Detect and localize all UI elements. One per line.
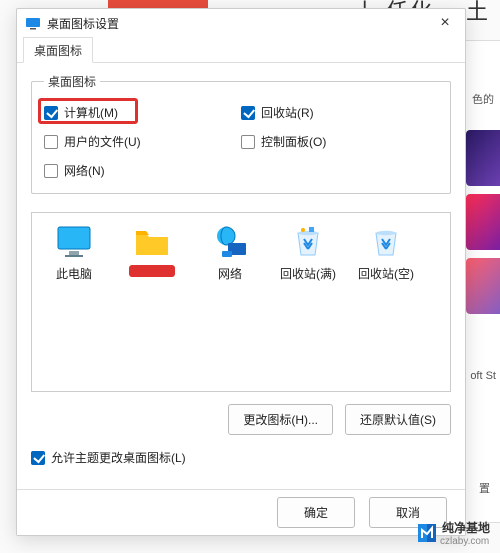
- icon-recycle-full[interactable]: 回收站(满): [272, 225, 344, 282]
- bg-text-gear: 置: [479, 480, 490, 496]
- icon-label: 回收站(满): [280, 265, 336, 282]
- checkbox-recycle-bin[interactable]: 回收站(R): [241, 104, 438, 121]
- watermark-logo-icon: [418, 524, 436, 542]
- tab-desktop-icons[interactable]: 桌面图标: [23, 37, 93, 63]
- icon-label: 网络: [218, 265, 242, 282]
- checkbox-network[interactable]: 网络(N): [44, 162, 241, 179]
- network-icon: [212, 225, 248, 259]
- dialog-title: 桌面图标设置: [47, 15, 429, 32]
- checkbox-label: 允许主题更改桌面图标(L): [51, 449, 186, 466]
- checkbox-label: 回收站(R): [261, 104, 314, 121]
- recycle-full-icon: [290, 225, 326, 259]
- app-icon: [25, 15, 41, 31]
- icon-label: 此电脑: [56, 265, 92, 282]
- change-icon-button[interactable]: 更改图标(H)...: [228, 404, 333, 435]
- checkbox-grid: 计算机(M) 回收站(R) 用户的文件(U) 控制面板(O) 网络(N): [44, 104, 438, 179]
- title-bar: 桌面图标设置 ×: [17, 9, 465, 37]
- desktop-icon-settings-dialog: 桌面图标设置 × 桌面图标 桌面图标 计算机(M) 回收站(R) 用户的文件: [16, 8, 466, 536]
- icon-label: 回收站(空): [358, 265, 414, 282]
- checkbox-icon: [31, 451, 45, 465]
- bg-red-tab: [108, 0, 208, 8]
- icon-preview-area: 此电脑 网络 回收站(满): [31, 212, 451, 392]
- icon-user-folder[interactable]: [116, 225, 188, 277]
- checkbox-computer[interactable]: 计算机(M): [44, 104, 241, 121]
- bg-thumb-1: [466, 130, 500, 186]
- icon-recycle-empty[interactable]: 回收站(空): [350, 225, 422, 282]
- checkbox-user-files[interactable]: 用户的文件(U): [44, 133, 241, 150]
- redacted-label: [129, 265, 175, 277]
- dialog-footer: 确定 取消: [17, 489, 465, 535]
- folder-icon: [134, 225, 170, 259]
- restore-default-button[interactable]: 还原默认值(S): [345, 404, 451, 435]
- icon-network[interactable]: 网络: [194, 225, 266, 282]
- bg-panel-text: 色的: [472, 91, 494, 107]
- tab-bar: 桌面图标: [17, 37, 465, 63]
- checkbox-label: 网络(N): [64, 162, 105, 179]
- watermark-name: 纯净基地: [442, 519, 490, 536]
- dialog-content: 桌面图标 计算机(M) 回收站(R) 用户的文件(U) 控制面: [17, 63, 465, 476]
- checkbox-icon: [44, 106, 58, 120]
- group-legend: 桌面图标: [44, 73, 100, 90]
- checkbox-icon: [44, 135, 58, 149]
- checkbox-label: 控制面板(O): [261, 133, 326, 150]
- watermark: 纯净基地 czlaby.com: [418, 519, 490, 547]
- allow-theme-checkbox[interactable]: 允许主题更改桌面图标(L): [31, 449, 451, 466]
- bg-text-st: oft St: [470, 370, 496, 382]
- checkbox-icon: [44, 164, 58, 178]
- watermark-url: czlaby.com: [440, 536, 490, 547]
- checkbox-icon: [241, 135, 255, 149]
- recycle-empty-icon: [368, 225, 404, 259]
- close-button[interactable]: ×: [429, 11, 461, 35]
- checkbox-label: 计算机(M): [64, 104, 118, 121]
- checkbox-icon: [241, 106, 255, 120]
- ok-button[interactable]: 确定: [277, 497, 355, 528]
- bg-thumb-2: [466, 194, 500, 250]
- bg-thumb-3: [466, 258, 500, 314]
- monitor-icon: [56, 225, 92, 259]
- checkbox-label: 用户的文件(U): [64, 133, 141, 150]
- checkbox-control-panel[interactable]: 控制面板(O): [241, 133, 438, 150]
- icon-this-pc[interactable]: 此电脑: [38, 225, 110, 282]
- desktop-icons-group: 桌面图标 计算机(M) 回收站(R) 用户的文件(U) 控制面: [31, 73, 451, 194]
- icon-buttons-row: 更改图标(H)... 还原默认值(S): [31, 404, 451, 435]
